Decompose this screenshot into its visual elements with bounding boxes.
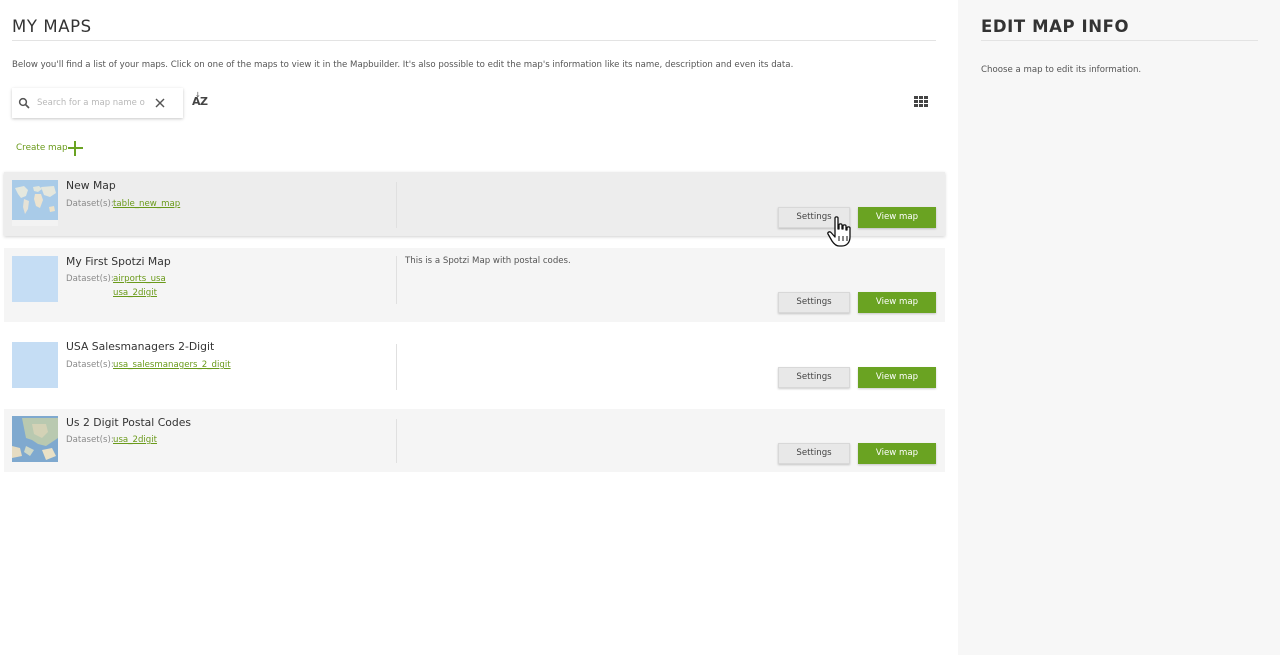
edit-panel-title: EDIT MAP INFO	[981, 17, 1130, 36]
dataset-link[interactable]: usa_2digit	[113, 288, 157, 298]
search-box	[12, 88, 183, 118]
card-divider	[396, 344, 397, 390]
map-card[interactable]: USA Salesmanagers 2-Digit Dataset(s): us…	[4, 334, 945, 398]
map-name: USA Salesmanagers 2-Digit	[66, 340, 215, 353]
card-divider	[396, 256, 397, 304]
maps-list-panel: MY MAPS Below you'll find a list of your…	[0, 0, 958, 655]
dataset-link[interactable]: airports_usa	[113, 274, 166, 284]
datasets-label: Dataset(s):	[66, 199, 114, 209]
map-name: My First Spotzi Map	[66, 255, 171, 268]
grid-view-icon[interactable]	[914, 96, 928, 108]
settings-button[interactable]: Settings	[778, 292, 850, 313]
intro-text: Below you'll find a list of your maps. C…	[12, 60, 794, 70]
edit-panel-hint: Choose a map to edit its information.	[981, 65, 1142, 75]
settings-button[interactable]: Settings	[778, 443, 850, 464]
map-thumbnail	[12, 256, 58, 302]
view-map-button[interactable]: View map	[858, 443, 936, 464]
create-map-label: Create map	[16, 143, 68, 153]
map-description: This is a Spotzi Map with postal codes.	[405, 256, 571, 266]
title-divider	[12, 40, 936, 41]
settings-button[interactable]: Settings	[778, 367, 850, 388]
dataset-link[interactable]: table_new_map	[113, 199, 180, 209]
settings-button[interactable]: Settings	[778, 207, 850, 228]
map-name: New Map	[66, 179, 116, 192]
page-title: MY MAPS	[12, 17, 92, 36]
search-input[interactable]	[37, 96, 147, 110]
datasets-label: Dataset(s):	[66, 274, 114, 284]
view-map-button[interactable]: View map	[858, 292, 936, 313]
sort-az-button[interactable]: ↓ AZ	[192, 91, 212, 111]
map-name: Us 2 Digit Postal Codes	[66, 416, 191, 429]
search-icon	[18, 97, 30, 109]
dataset-link[interactable]: usa_salesmanagers_2_digit	[113, 360, 231, 370]
map-card[interactable]: Us 2 Digit Postal Codes Dataset(s): usa_…	[4, 409, 945, 472]
map-thumbnail	[12, 180, 58, 226]
datasets-label: Dataset(s):	[66, 435, 114, 445]
view-map-button[interactable]: View map	[858, 367, 936, 388]
card-divider	[396, 419, 397, 463]
card-divider	[396, 182, 397, 228]
edit-map-info-panel: EDIT MAP INFO Choose a map to edit its i…	[958, 0, 1280, 655]
map-card[interactable]: My First Spotzi Map Dataset(s): airports…	[4, 248, 945, 322]
sort-arrow-icon: ↓	[195, 91, 201, 99]
edit-panel-divider	[981, 40, 1258, 41]
view-map-button[interactable]: View map	[858, 207, 936, 228]
map-card[interactable]: New Map Dataset(s): table_new_map Settin…	[4, 172, 945, 236]
map-thumbnail	[12, 342, 58, 388]
clear-icon[interactable]	[154, 97, 166, 109]
datasets-label: Dataset(s):	[66, 360, 114, 370]
map-thumbnail	[12, 416, 58, 462]
plus-icon	[68, 141, 83, 156]
dataset-link[interactable]: usa_2digit	[113, 435, 157, 445]
